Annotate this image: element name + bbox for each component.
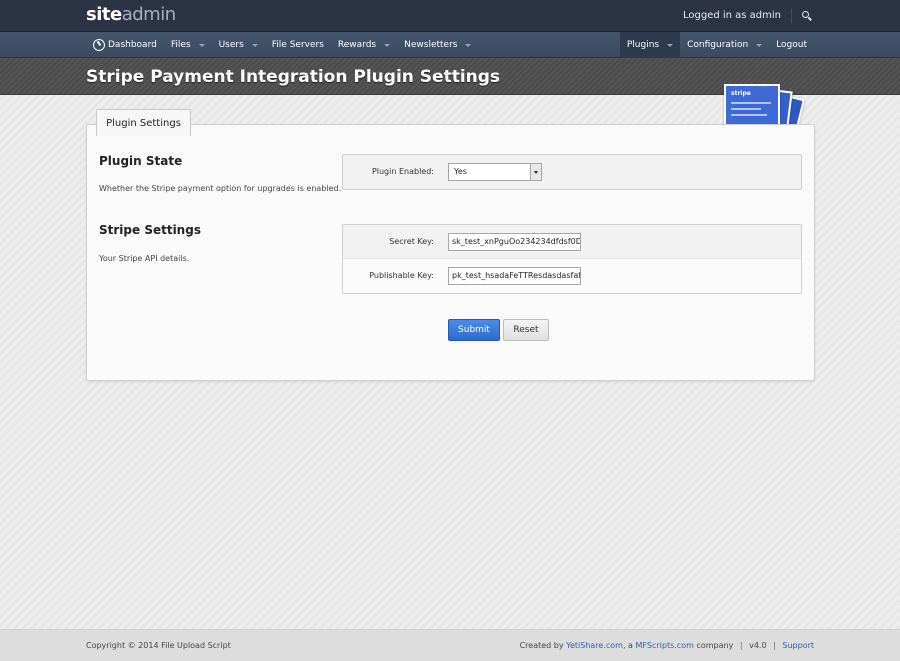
secret-key-input[interactable]: sk_test_xnPguOo234234dfdsf0D xyxy=(448,233,581,251)
submit-button[interactable]: Submit xyxy=(448,319,500,341)
nav-label: File Servers xyxy=(271,40,324,50)
nav-item-newsletters[interactable]: Newsletters xyxy=(397,32,478,58)
footer-version: v4.0 xyxy=(749,641,767,650)
nav-item-plugins[interactable]: Plugins xyxy=(619,32,681,58)
nav-label: Dashboard xyxy=(108,40,157,50)
plugin-state-fields: Plugin Enabled: Yes xyxy=(342,154,802,190)
chevron-down-icon xyxy=(384,43,391,47)
tab-plugin-settings[interactable]: Plugin Settings xyxy=(96,109,191,136)
plugin-enabled-select[interactable]: Yes xyxy=(448,163,542,181)
chevron-down-icon xyxy=(198,43,205,47)
page-title: Stripe Payment Integration Plugin Settin… xyxy=(86,67,501,87)
footer-separator: | xyxy=(739,641,743,650)
yetishare-link[interactable]: YetiShare.com xyxy=(566,641,623,650)
stripe-settings-description: Your Stripe API details. xyxy=(99,254,190,263)
stripe-settings-fields: Secret Key: sk_test_xnPguOo234234dfdsf0D… xyxy=(342,224,802,294)
card-line xyxy=(731,114,767,116)
nav-item-rewards[interactable]: Rewards xyxy=(331,32,397,58)
plugin-state-description: Whether the Stripe payment option for up… xyxy=(99,184,342,193)
main-nav: Dashboard Files Users File Servers Rewar… xyxy=(0,32,900,58)
nav-label: Plugins xyxy=(626,40,660,50)
chevron-down-icon xyxy=(251,43,258,47)
footer-separator: | xyxy=(773,641,776,650)
nav-item-file-servers[interactable]: File Servers xyxy=(265,32,331,58)
secret-key-label: Secret Key: xyxy=(389,237,434,246)
publishable-key-input[interactable]: pk_test_hsadaFeTTResdasdasfaf xyxy=(448,267,581,285)
nav-label: Newsletters xyxy=(404,40,458,50)
nav-item-configuration[interactable]: Configuration xyxy=(680,32,769,58)
footer-comma: , a xyxy=(622,641,633,650)
plugin-enabled-label: Plugin Enabled: xyxy=(371,167,434,176)
nav-label: Logout xyxy=(776,40,807,50)
card-line xyxy=(731,102,771,104)
logo-text-admin: admin xyxy=(121,4,176,25)
footer-created-by: Created by xyxy=(519,641,564,650)
plugin-state-title: Plugin State xyxy=(99,154,183,168)
nav-item-logout[interactable]: Logout xyxy=(769,32,814,58)
stripe-card-label: stripe xyxy=(731,90,751,97)
footer-company: company xyxy=(696,641,734,650)
card-line xyxy=(731,108,761,110)
nav-right: Plugins Configuration Logout xyxy=(619,32,814,58)
mfscripts-link[interactable]: MFScripts.com xyxy=(636,641,694,650)
search-icon[interactable] xyxy=(792,0,814,32)
logged-in-text: Logged in as admin xyxy=(683,9,792,23)
nav-item-dashboard[interactable]: Dashboard xyxy=(86,32,164,58)
nav-item-files[interactable]: Files xyxy=(164,32,212,58)
site-logo[interactable]: siteadmin xyxy=(86,4,176,25)
chevron-down-icon[interactable] xyxy=(530,164,541,180)
publishable-key-row: Publishable Key: pk_test_hsadaFeTTResdas… xyxy=(343,259,801,293)
top-right-area: Logged in as admin xyxy=(683,0,814,32)
plugin-enabled-value: Yes xyxy=(454,167,467,176)
support-link[interactable]: Support xyxy=(782,641,814,650)
nav-label: Files xyxy=(170,40,191,50)
nav-label: Configuration xyxy=(687,40,749,50)
top-bar: siteadmin Logged in as admin xyxy=(0,0,900,32)
nav-left: Dashboard Files Users File Servers Rewar… xyxy=(86,32,478,58)
footer-credits: Created by YetiShare.com, a MFScripts.co… xyxy=(520,630,814,661)
footer-copyright: Copyright © 2014 File Upload Script xyxy=(86,641,231,650)
settings-panel: Plugin State Whether the Stripe payment … xyxy=(86,124,815,381)
nav-label: Rewards xyxy=(337,40,377,50)
nav-label: Users xyxy=(218,40,244,50)
reset-button[interactable]: Reset xyxy=(503,319,549,341)
logo-text-site: site xyxy=(86,4,122,25)
chevron-down-icon xyxy=(667,43,674,47)
plugin-enabled-row: Plugin Enabled: Yes xyxy=(343,155,801,189)
chevron-down-icon xyxy=(756,43,763,47)
publishable-key-label: Publishable Key: xyxy=(369,271,434,280)
nav-item-users[interactable]: Users xyxy=(212,32,265,58)
chevron-down-icon xyxy=(465,43,472,47)
stripe-settings-title: Stripe Settings xyxy=(99,223,201,237)
secret-key-row: Secret Key: sk_test_xnPguOo234234dfdsf0D xyxy=(343,225,801,259)
footer: Copyright © 2014 File Upload Script Crea… xyxy=(0,629,900,661)
dashboard-icon xyxy=(93,39,105,51)
